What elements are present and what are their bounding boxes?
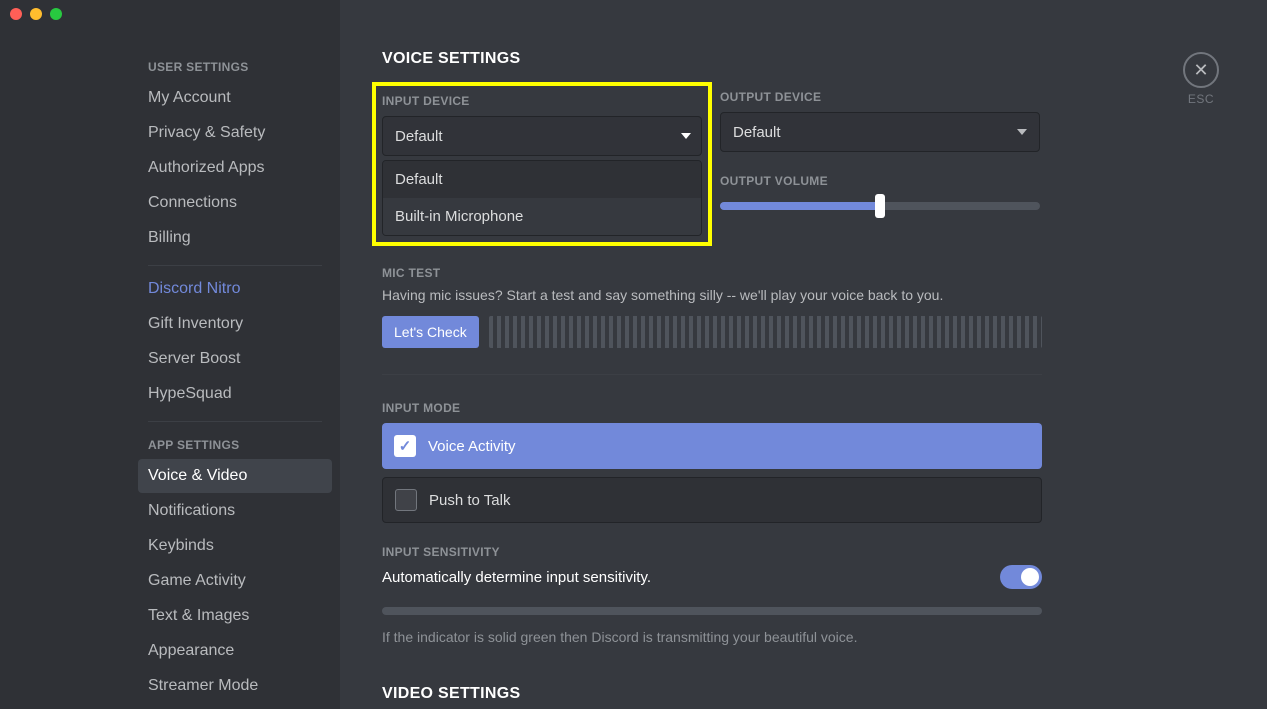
voice-activity-label: Voice Activity [428,438,516,455]
page-title: VOICE SETTINGS [382,50,1227,68]
esc-label: ESC [1183,92,1219,106]
sidebar-divider [148,421,322,422]
close-settings: ✕ ESC [1183,52,1219,106]
output-device-label: OUTPUT DEVICE [720,90,1040,104]
sidebar-item-appearance[interactable]: Appearance [138,634,332,668]
sidebar-item-authorized-apps[interactable]: Authorized Apps [138,151,332,185]
sidebar-item-privacy-safety[interactable]: Privacy & Safety [138,116,332,150]
sidebar-item-hypesquad[interactable]: HypeSquad [138,377,332,411]
sidebar-divider [148,265,322,266]
output-device-select[interactable]: Default [720,112,1040,152]
chevron-down-icon [681,133,691,139]
output-device-selected: Default [733,124,781,141]
chevron-down-icon [1017,129,1027,135]
output-volume-slider[interactable] [720,202,1040,210]
input-mode-push-to-talk[interactable]: Push to Talk [382,477,1042,523]
push-to-talk-label: Push to Talk [429,492,510,509]
sidebar-item-text-images[interactable]: Text & Images [138,599,332,633]
sidebar-item-billing[interactable]: Billing [138,221,332,255]
sidebar-item-server-boost[interactable]: Server Boost [138,342,332,376]
user-settings-header: USER SETTINGS [138,50,332,80]
sidebar-item-language[interactable]: Language [138,704,332,709]
sidebar-item-notifications[interactable]: Notifications [138,494,332,528]
sidebar-item-streamer-mode[interactable]: Streamer Mode [138,669,332,703]
settings-content: ✕ ESC VOICE SETTINGS INPUT DEVICE Defaul… [340,0,1267,709]
toggle-knob [1021,568,1039,586]
sensitivity-desc: If the indicator is solid green then Dis… [382,629,1042,645]
app-settings-header: APP SETTINGS [138,428,332,458]
close-icon: ✕ [1193,60,1208,81]
checkbox-unchecked-icon [395,489,417,511]
auto-sensitivity-toggle[interactable] [1000,565,1042,589]
auto-sensitivity-label: Automatically determine input sensitivit… [382,569,651,586]
settings-sidebar: USER SETTINGS My Account Privacy & Safet… [0,0,340,709]
checkbox-checked-icon [394,435,416,457]
input-device-option-builtin-mic[interactable]: Built-in Microphone [383,198,701,235]
input-device-highlight: INPUT DEVICE Default Default Built-in Mi… [372,82,712,246]
input-device-label: INPUT DEVICE [382,94,702,108]
content-divider [382,374,1042,375]
output-volume-fill [720,202,880,210]
input-device-select[interactable]: Default [382,116,702,156]
input-device-dropdown: Default Built-in Microphone [382,160,702,236]
sensitivity-bar [382,607,1042,615]
output-volume-label: OUTPUT VOLUME [720,174,1040,188]
sidebar-item-keybinds[interactable]: Keybinds [138,529,332,563]
input-device-option-default[interactable]: Default [383,161,701,198]
window-close-icon[interactable] [10,8,22,20]
sidebar-item-discord-nitro[interactable]: Discord Nitro [138,272,332,306]
sidebar-item-my-account[interactable]: My Account [138,81,332,115]
sidebar-item-connections[interactable]: Connections [138,186,332,220]
mic-test-label: MIC TEST [382,266,1042,280]
video-settings-title: VIDEO SETTINGS [382,685,1227,703]
close-button[interactable]: ✕ [1183,52,1219,88]
sidebar-item-voice-video[interactable]: Voice & Video [138,459,332,493]
window-maximize-icon[interactable] [50,8,62,20]
input-mode-voice-activity[interactable]: Voice Activity [382,423,1042,469]
input-sensitivity-label: INPUT SENSITIVITY [382,545,1042,559]
output-volume-thumb[interactable] [875,194,885,218]
window-minimize-icon[interactable] [30,8,42,20]
sidebar-item-gift-inventory[interactable]: Gift Inventory [138,307,332,341]
lets-check-button[interactable]: Let's Check [382,316,479,348]
input-mode-label: INPUT MODE [382,401,1227,415]
mic-test-desc: Having mic issues? Start a test and say … [382,286,1042,304]
mic-vu-meter [489,316,1042,348]
sidebar-item-game-activity[interactable]: Game Activity [138,564,332,598]
input-device-selected: Default [395,128,443,145]
window-controls [10,8,62,20]
